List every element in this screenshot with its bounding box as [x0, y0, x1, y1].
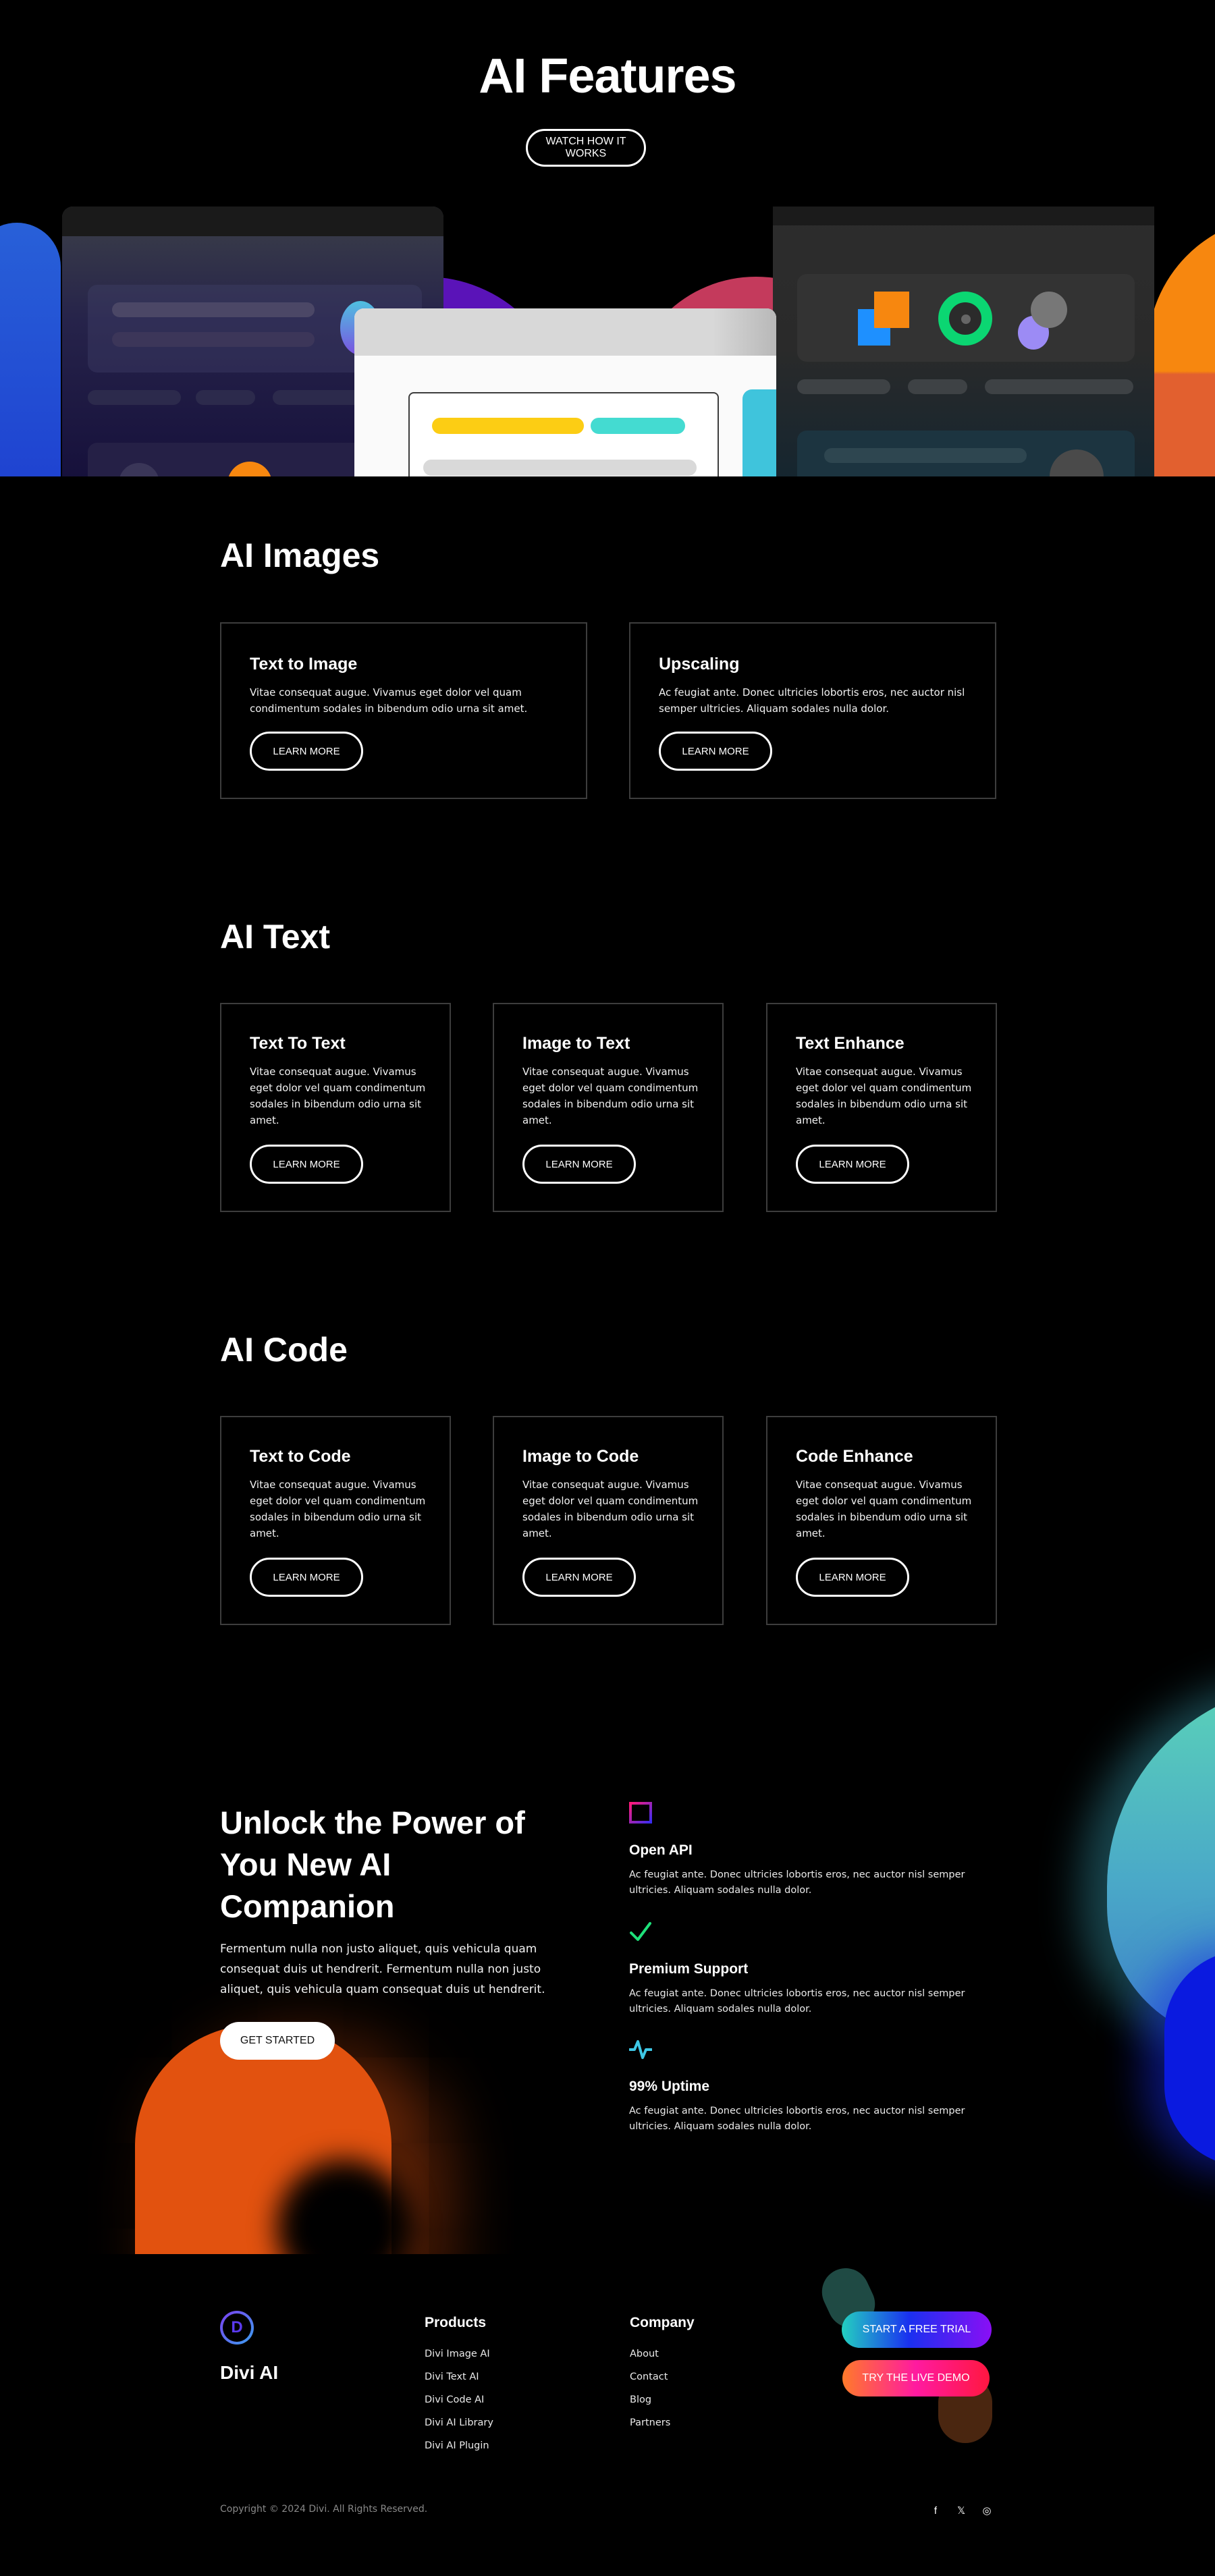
section-title: AI Code — [220, 1331, 348, 1369]
card-description: Vitae consequat augue. Vivamus eget dolo… — [250, 686, 528, 715]
card-title: Image to Code — [522, 1447, 639, 1466]
feature-card: Text to Image Vitae consequat augue. Viv… — [220, 622, 587, 799]
learn-more-button[interactable]: LEARN MORE — [796, 1558, 909, 1597]
footer-link-divi-image-ai[interactable]: Divi Image AI — [425, 2349, 490, 2359]
cyan-side-panel — [742, 389, 776, 476]
unlock-title: Unlock the Power of You New AI Companion — [220, 1805, 525, 1924]
columns-icon — [629, 1802, 652, 1824]
card-title: Text Enhance — [796, 1034, 905, 1053]
grey-circle-shape — [1031, 292, 1067, 328]
teal-pill — [591, 418, 685, 434]
feature-card: Code Enhance Vitae consequat augue. Viva… — [766, 1416, 997, 1625]
card-title: Text To Text — [250, 1034, 346, 1053]
mockup-chip — [797, 379, 890, 394]
pulse-icon — [629, 2040, 652, 2059]
mockup-line — [112, 332, 315, 347]
footer-link-divi-ai-plugin[interactable]: Divi AI Plugin — [425, 2440, 489, 2451]
feature-description: Ac feugiat ante. Donec ultricies loborti… — [629, 1869, 965, 1896]
learn-more-button[interactable]: LEARN MORE — [250, 732, 363, 771]
learn-more-button[interactable]: LEARN MORE — [522, 1558, 636, 1597]
x-icon[interactable]: 𝕏 — [954, 2504, 968, 2517]
feature-card: Text Enhance Vitae consequat augue. Viva… — [766, 1003, 997, 1212]
footer-link-partners[interactable]: Partners — [630, 2417, 670, 2428]
mockup-window-center — [354, 308, 776, 476]
unlock-description: Fermentum nulla non justo aliquet, quis … — [220, 1942, 545, 1996]
section-title: AI Text — [220, 918, 330, 956]
yellow-pill — [432, 418, 584, 434]
mockup-line — [824, 448, 1027, 463]
footer-link-about[interactable]: About — [630, 2349, 659, 2359]
feature-card: Text To Text Vitae consequat augue. Viva… — [220, 1003, 451, 1212]
learn-more-button[interactable]: LEARN MORE — [250, 1558, 363, 1597]
card-description: Vitae consequat augue. Vivamus eget dolo… — [250, 1066, 426, 1126]
footer-link-divi-ai-library[interactable]: Divi AI Library — [425, 2417, 493, 2428]
footer-link-divi-code-ai[interactable]: Divi Code AI — [425, 2394, 484, 2405]
card-title: Upscaling — [659, 655, 740, 674]
card-title: Text to Code — [250, 1447, 351, 1466]
mockup-chip — [908, 379, 967, 394]
mockup-titlebar — [773, 207, 1154, 225]
section-title: AI Images — [220, 537, 380, 574]
facebook-icon[interactable]: f — [929, 2504, 942, 2517]
mockup-chip — [196, 390, 255, 405]
feature-title: Premium Support — [629, 1961, 749, 1977]
feature-card: Text to Code Vitae consequat augue. Viva… — [220, 1416, 451, 1625]
card-description: Vitae consequat augue. Vivamus eget dolo… — [522, 1066, 699, 1126]
green-ring-shape — [938, 292, 992, 346]
feature-description: Ac feugiat ante. Donec ultricies loborti… — [629, 2106, 965, 2132]
learn-more-button[interactable]: LEARN MORE — [796, 1145, 909, 1184]
mockup-line — [112, 302, 315, 317]
checkmark-icon — [630, 1922, 651, 1941]
divi-logo-icon[interactable]: D — [220, 2311, 254, 2345]
footer-link-blog[interactable]: Blog — [630, 2394, 651, 2405]
learn-more-button[interactable]: LEARN MORE — [659, 732, 772, 771]
start-free-trial-button[interactable]: START A FREE TRIAL — [842, 2311, 992, 2348]
mockup-titlebar — [62, 207, 443, 236]
mockup-chip — [88, 390, 181, 405]
feature-card: Image to Code Vitae consequat augue. Viv… — [493, 1416, 724, 1625]
feature-description: Ac feugiat ante. Donec ultricies loborti… — [629, 1988, 965, 2015]
card-description: Vitae consequat augue. Vivamus eget dolo… — [250, 1479, 426, 1539]
feature-card: Upscaling Ac feugiat ante. Donec ultrici… — [629, 622, 996, 799]
grey-pill — [423, 460, 697, 476]
get-started-button[interactable]: GET STARTED — [220, 2022, 335, 2060]
mockup-titlebar — [354, 308, 776, 356]
card-title: Code Enhance — [796, 1447, 913, 1466]
card-title: Image to Text — [522, 1034, 630, 1053]
decorative-blob-orange — [1148, 216, 1215, 476]
mockup-chip — [985, 379, 1133, 394]
feature-title: Open API — [629, 1842, 693, 1858]
hero-section: AI Features WATCH HOW IT WORKS — [0, 0, 1215, 476]
card-title: Text to Image — [250, 655, 358, 674]
card-description: Vitae consequat augue. Vivamus eget dolo… — [796, 1479, 972, 1539]
mockup-window-right — [773, 207, 1154, 476]
instagram-icon[interactable]: ◎ — [980, 2504, 994, 2517]
copyright-text: Copyright © 2024 Divi. All Rights Reserv… — [220, 2504, 428, 2515]
orange-square-shape — [874, 292, 909, 328]
decorative-blob-blue — [0, 223, 61, 476]
try-live-demo-button[interactable]: TRY THE LIVE DEMO — [842, 2360, 990, 2396]
watch-how-it-works-button[interactable]: WATCH HOW IT WORKS — [526, 129, 646, 167]
page-title: AI Features — [479, 49, 736, 103]
card-description: Vitae consequat augue. Vivamus eget dolo… — [522, 1479, 699, 1539]
card-description: Ac feugiat ante. Donec ultricies loborti… — [659, 686, 965, 715]
ring-center — [961, 314, 971, 324]
feature-card: Image to Text Vitae consequat augue. Viv… — [493, 1003, 724, 1212]
footer-products-title: Products — [425, 2315, 487, 2330]
card-description: Vitae consequat augue. Vivamus eget dolo… — [796, 1066, 972, 1126]
feature-title: 99% Uptime — [629, 2079, 710, 2094]
learn-more-button[interactable]: LEARN MORE — [250, 1145, 363, 1184]
footer-link-divi-text-ai[interactable]: Divi Text AI — [425, 2372, 479, 2382]
footer-brand-name: Divi AI — [220, 2362, 279, 2383]
footer-company-title: Company — [630, 2315, 695, 2330]
footer-link-contact[interactable]: Contact — [630, 2372, 668, 2382]
learn-more-button[interactable]: LEARN MORE — [522, 1145, 636, 1184]
